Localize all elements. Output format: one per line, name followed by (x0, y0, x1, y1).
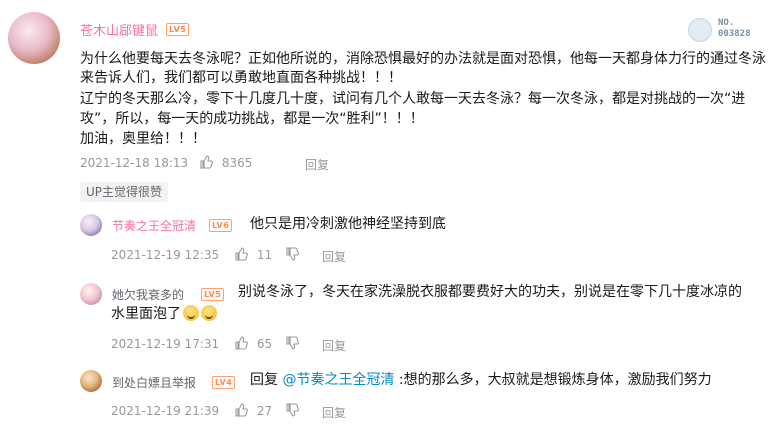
main-reply-button[interactable]: 回复 (305, 156, 329, 173)
reply3-avatar[interactable] (80, 370, 102, 392)
reply1-reply-button[interactable]: 回复 (322, 248, 346, 265)
reply2-dislike-button[interactable] (285, 336, 299, 351)
laugh-cry-emoji-icon (183, 305, 199, 321)
reply3-mention-link[interactable]: @节奏之王全冠清 (282, 372, 394, 388)
reply2-like-count: 65 (256, 337, 273, 351)
reply1-dislike-button[interactable] (285, 247, 299, 262)
main-level-badge: LV5 (166, 23, 190, 36)
reply2-username[interactable]: 她欠我衰多的 (112, 286, 184, 303)
thumb-down-icon (286, 403, 299, 417)
comment-line: 辽宁的冬天那么冷，零下十几度几十度，试问有几个人敢每一天去冬泳？每一次冬泳，都是… (80, 91, 746, 107)
reply1-username[interactable]: 节奏之王全冠清 (112, 217, 196, 234)
thumb-down-icon (286, 247, 299, 261)
reply3-level-badge: LV4 (212, 376, 236, 389)
main-time: 2021-12-18 18:13 (80, 156, 189, 170)
reply2-time: 2021-12-19 17:31 (111, 337, 220, 351)
reply1-level-badge: LV6 (209, 219, 233, 232)
comment-line: 来告诉人们，我们都可以勇敢地直面各种挑战！！！ (80, 70, 402, 86)
fan-badge-number: 003828 (718, 29, 751, 39)
reply1-like-button[interactable]: 11 (234, 247, 272, 262)
main-like-button[interactable]: 8365 (199, 155, 252, 170)
fan-badge-no: NO. (718, 18, 735, 28)
reply2-text-line2-content: 水里面泡了 (111, 306, 181, 322)
thumb-up-icon (235, 403, 248, 417)
fan-badge-icon (688, 18, 712, 42)
up-liked-tag: UP主觉得很赞 (80, 182, 169, 202)
thumb-up-icon (200, 155, 213, 169)
reply2-reply-button[interactable]: 回复 (322, 337, 346, 354)
reply1-time: 2021-12-19 12:35 (111, 248, 220, 262)
reply3-username[interactable]: 到处白嫖且举报 (112, 374, 196, 391)
reply2-level-badge: LV5 (201, 288, 225, 301)
reply3-reply-button[interactable]: 回复 (322, 404, 346, 421)
main-avatar[interactable] (8, 12, 60, 64)
fan-badge[interactable]: NO. 003828 (688, 14, 774, 44)
comment-line: 攻”，所以，每一天的成功挑战，都是一次“胜利”！！！ (80, 111, 424, 127)
thumb-down-icon (286, 336, 299, 350)
reply3-like-button[interactable]: 27 (234, 403, 272, 418)
reply1-avatar[interactable] (80, 214, 102, 236)
laugh-cry-emoji-icon (201, 305, 217, 321)
thumb-up-icon (235, 247, 248, 261)
reply2-text-line2: 水里面泡了 (111, 303, 217, 325)
reply1-text: 他只是用冷刺激他神经坚持到底 (250, 216, 446, 232)
thumb-up-icon (235, 336, 248, 350)
reply2-text-line1: 别说冬泳了，冬天在家洗澡脱衣服都要费好大的功夫，别说是在零下几十度冰凉的 (238, 284, 742, 300)
main-like-count: 8365 (221, 156, 253, 170)
reply3-text: 回复 @节奏之王全冠清 :想的那么多，大叔就是想锻炼身体，激励我们努力 (250, 369, 712, 391)
reply3-time: 2021-12-19 21:39 (111, 404, 220, 418)
reply3-body: :想的那么多，大叔就是想锻炼身体，激励我们努力 (394, 372, 712, 388)
reply3-like-count: 27 (256, 404, 273, 418)
reply2-like-button[interactable]: 65 (234, 336, 272, 351)
reply2-avatar[interactable] (80, 283, 102, 305)
comment-line: 加油，奥里给！！！ (80, 131, 206, 147)
reply1-like-count: 11 (256, 248, 273, 262)
reply3-prefix: 回复 (250, 372, 283, 388)
main-username[interactable]: 苍木山郈键鼠 (80, 20, 158, 39)
reply3-dislike-button[interactable] (285, 403, 299, 418)
